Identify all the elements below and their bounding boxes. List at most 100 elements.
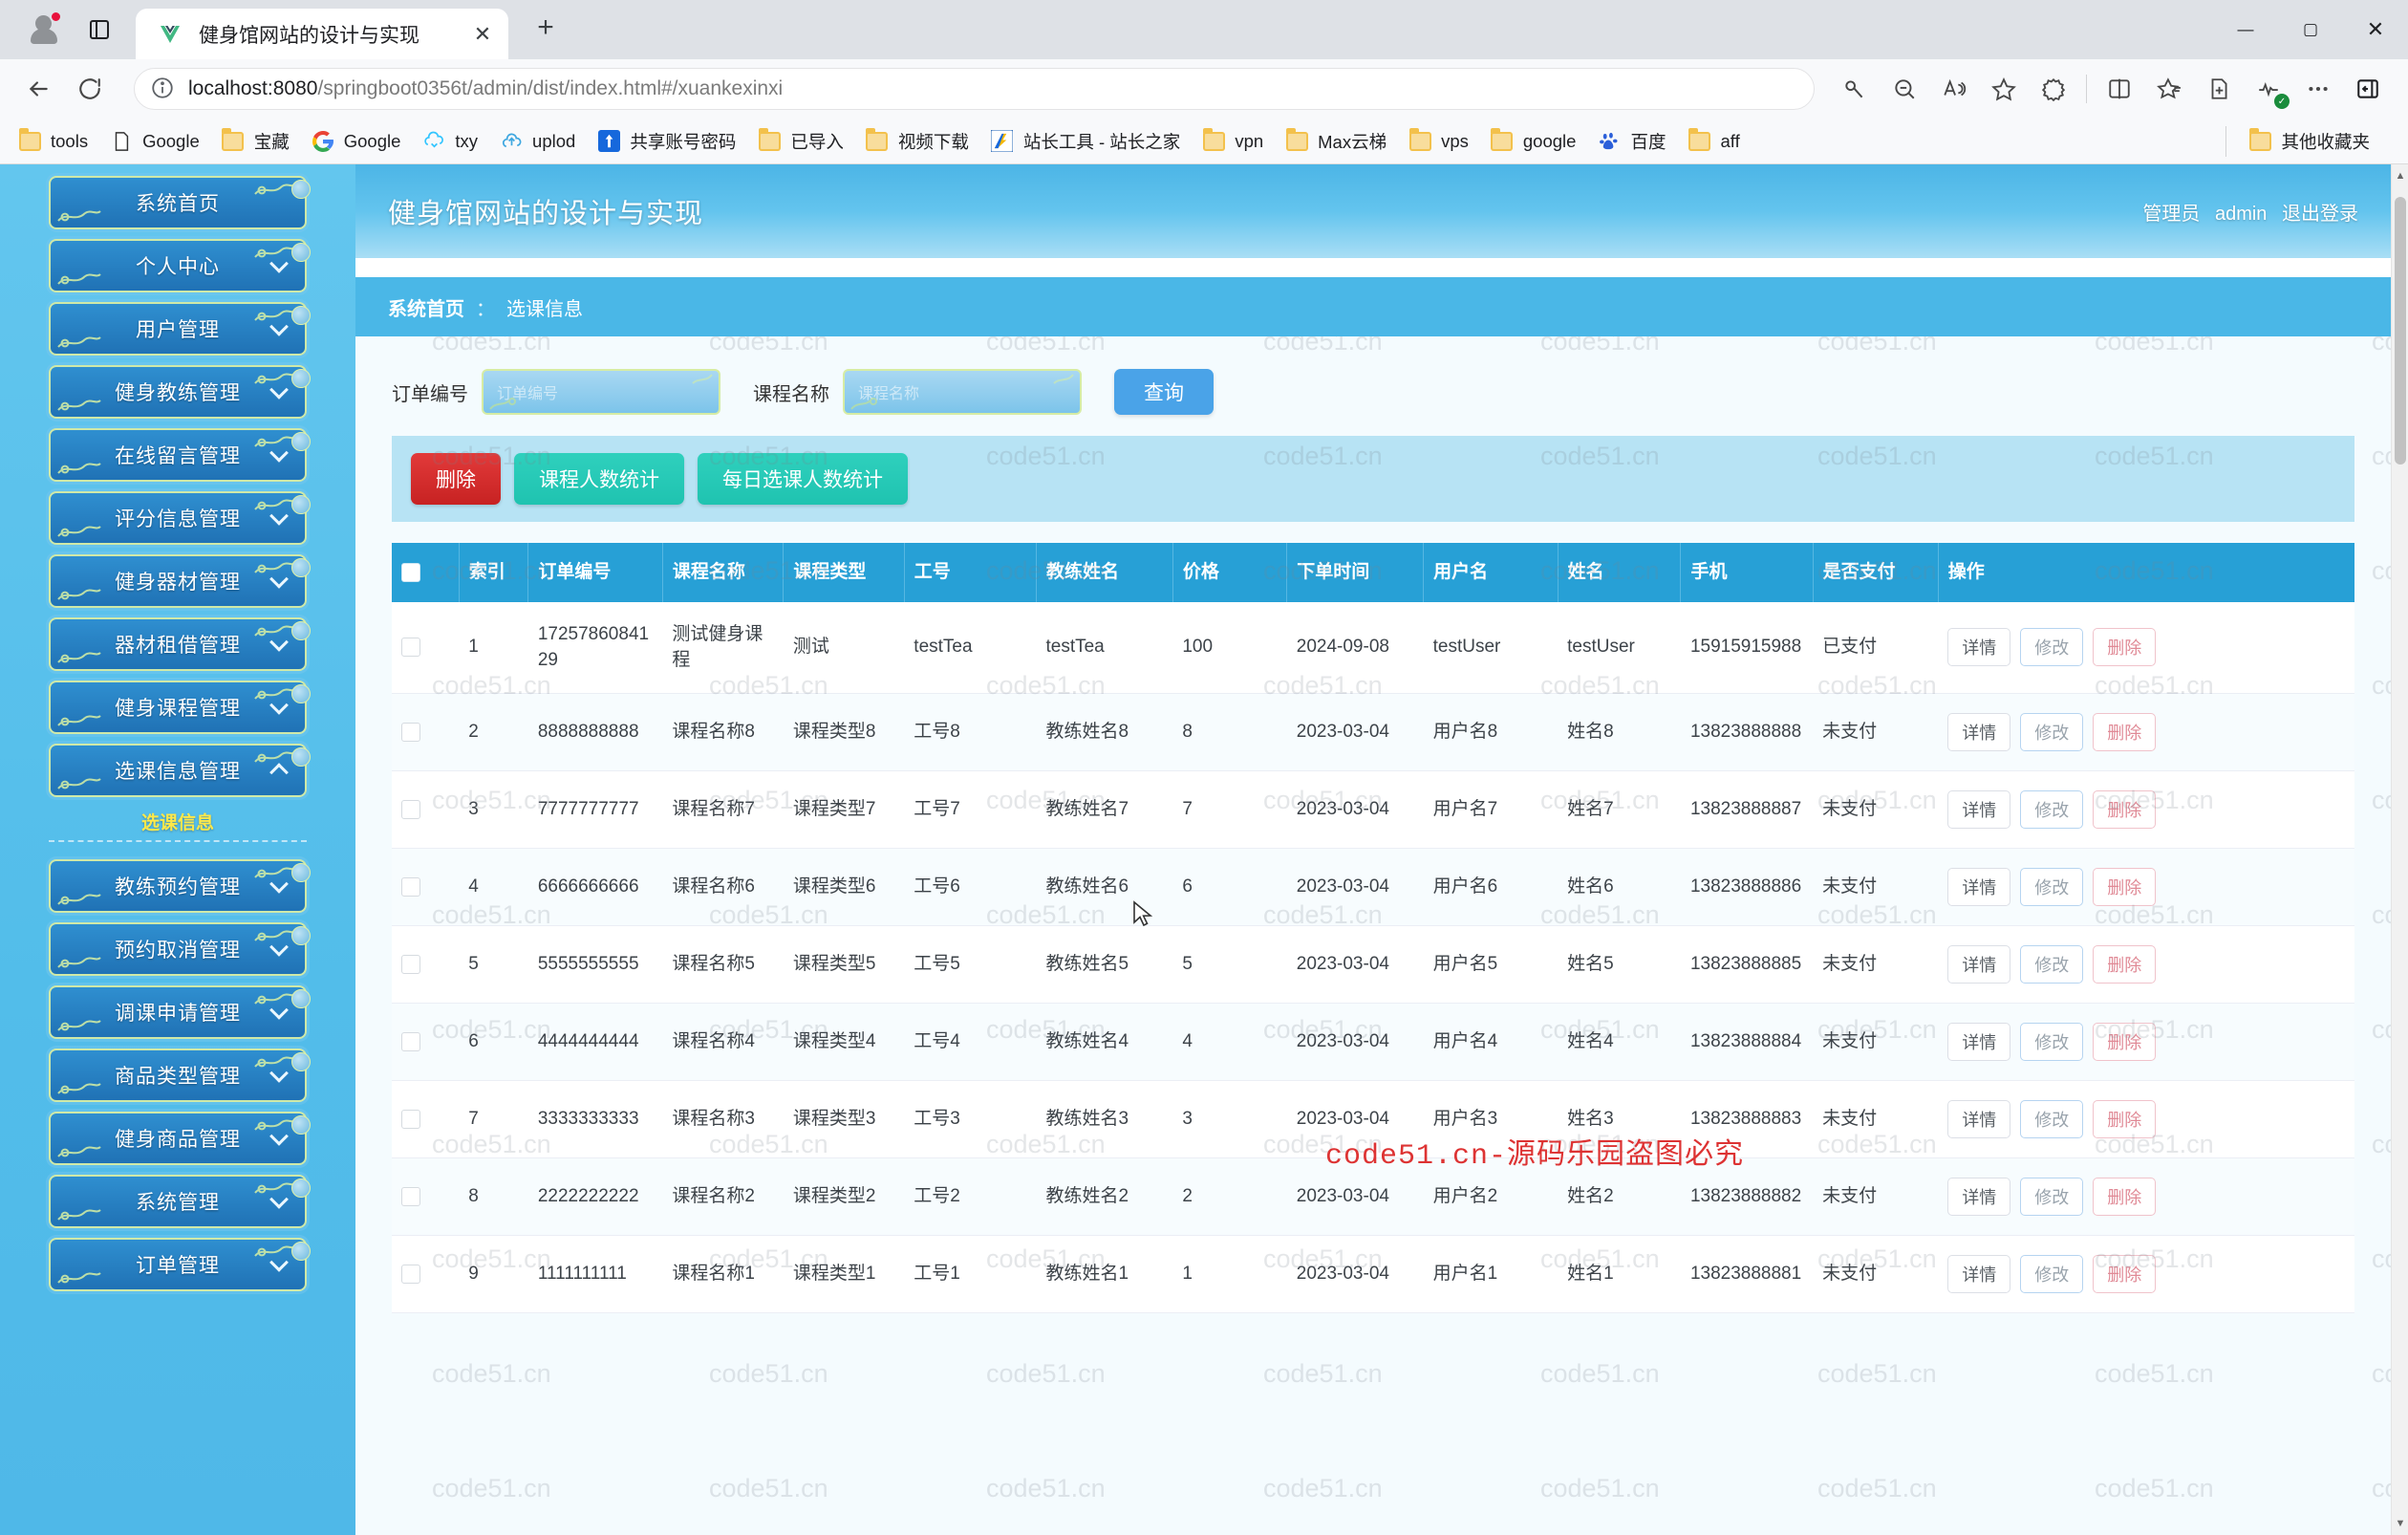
extensions-gear-icon[interactable] [2031, 66, 2076, 112]
detail-button[interactable]: 详情 [1947, 789, 2011, 829]
read-aloud-icon[interactable] [1931, 66, 1977, 112]
row-select-cell[interactable] [392, 693, 460, 771]
submenu-title[interactable]: 选课信息 [0, 809, 355, 834]
bookmark-item[interactable]: 宝藏 [221, 127, 290, 154]
bookmark-item[interactable]: 已导入 [757, 127, 844, 154]
delete-row-button[interactable]: 删除 [2093, 1022, 2157, 1061]
scroll-up-arrow[interactable]: ▲ [2392, 166, 2408, 185]
detail-button[interactable]: 详情 [1947, 944, 2011, 984]
split-screen-icon[interactable] [2096, 66, 2142, 112]
sidebar-item-3[interactable]: 健身教练管理 [49, 365, 311, 419]
add-to-collection-icon[interactable] [2196, 66, 2242, 112]
bookmark-item[interactable]: google [1490, 127, 1576, 154]
bookmark-item[interactable]: 视频下载 [865, 127, 969, 154]
more-options-icon[interactable] [2295, 66, 2341, 112]
bookmark-item[interactable]: 站长工具 - 站长之家 [990, 129, 1180, 154]
row-checkbox[interactable] [401, 1264, 420, 1284]
delete-row-button[interactable]: 删除 [2093, 1099, 2157, 1138]
delete-row-button[interactable]: 删除 [2093, 944, 2157, 984]
detail-button[interactable]: 详情 [1947, 1022, 2011, 1061]
select-all-header[interactable] [392, 543, 460, 602]
detail-button[interactable]: 详情 [1947, 1254, 2011, 1293]
delete-row-button[interactable]: 删除 [2093, 628, 2157, 667]
new-tab-button[interactable]: + [524, 6, 568, 50]
daily-enrollment-stats-button[interactable]: 每日选课人数统计 [698, 453, 908, 505]
order-no-input[interactable]: 订单编号 [482, 369, 720, 415]
sidebar-item-2[interactable]: 用户管理 [49, 302, 311, 356]
row-checkbox[interactable] [401, 1031, 420, 1051]
sidebar-item-8[interactable]: 健身课程管理 [49, 681, 311, 734]
row-checkbox[interactable] [401, 722, 420, 742]
edit-button[interactable]: 修改 [2020, 1254, 2084, 1293]
delete-row-button[interactable]: 删除 [2093, 712, 2157, 751]
favorite-star-icon[interactable] [1981, 66, 2027, 112]
sidebar-item-1[interactable]: 个人中心 [49, 239, 311, 292]
edit-button[interactable]: 修改 [2020, 712, 2084, 751]
bookmark-item[interactable]: txy [421, 129, 478, 154]
row-checkbox[interactable] [401, 1109, 420, 1129]
delete-row-button[interactable]: 删除 [2093, 789, 2157, 829]
edit-button[interactable]: 修改 [2020, 867, 2084, 906]
sidebar-item-13[interactable]: 商品类型管理 [49, 1049, 311, 1102]
sidebar-item-15[interactable]: 系统管理 [49, 1175, 311, 1228]
detail-button[interactable]: 详情 [1947, 1099, 2011, 1138]
delete-button[interactable]: 删除 [411, 453, 501, 505]
scrollbar-thumb[interactable] [2395, 197, 2406, 465]
row-checkbox[interactable] [401, 1186, 420, 1206]
other-bookmarks-folder[interactable]: 其他收藏夹 [2247, 127, 2370, 154]
browser-essentials-icon[interactable]: ✓ [2246, 66, 2291, 112]
bookmark-item[interactable]: Max云梯 [1284, 127, 1387, 154]
select-all-checkbox[interactable] [401, 562, 420, 582]
logout-link[interactable]: 退出登录 [2282, 204, 2358, 225]
bookmark-item[interactable]: uplod [499, 129, 575, 154]
collections-icon[interactable] [2146, 66, 2192, 112]
sidebar-toggle-icon[interactable] [2345, 66, 2391, 112]
course-count-stats-button[interactable]: 课程人数统计 [514, 453, 684, 505]
edit-button[interactable]: 修改 [2020, 789, 2084, 829]
sidebar-item-11[interactable]: 预约取消管理 [49, 922, 311, 976]
edit-button[interactable]: 修改 [2020, 1022, 2084, 1061]
edit-button[interactable]: 修改 [2020, 1099, 2084, 1138]
profile-avatar-icon[interactable] [23, 9, 65, 51]
sidebar-item-7[interactable]: 器材租借管理 [49, 617, 311, 671]
bookmark-item[interactable]: tools [17, 127, 88, 154]
edit-button[interactable]: 修改 [2020, 944, 2084, 984]
delete-row-button[interactable]: 删除 [2093, 1254, 2157, 1293]
tab-search-icon[interactable] [78, 9, 120, 51]
detail-button[interactable]: 详情 [1947, 1177, 2011, 1216]
sidebar-item-0[interactable]: 系统首页 [49, 176, 311, 229]
sidebar-item-6[interactable]: 健身器材管理 [49, 554, 311, 608]
scroll-down-arrow[interactable]: ▼ [2392, 1514, 2408, 1533]
back-icon[interactable] [15, 66, 61, 112]
sidebar-item-10[interactable]: 教练预约管理 [49, 859, 311, 913]
row-checkbox[interactable] [401, 799, 420, 819]
sidebar-item-4[interactable]: 在线留言管理 [49, 428, 311, 482]
sidebar-item-14[interactable]: 健身商品管理 [49, 1112, 311, 1165]
site-info-icon[interactable] [150, 76, 177, 102]
row-select-cell[interactable] [392, 1003, 460, 1081]
row-select-cell[interactable] [392, 1157, 460, 1236]
close-tab-icon[interactable]: ✕ [466, 18, 499, 51]
bookmark-item[interactable]: 百度 [1597, 129, 1666, 154]
reload-icon[interactable] [67, 66, 113, 112]
minimize-button[interactable]: — [2213, 0, 2278, 59]
sidebar-item-9[interactable]: 选课信息管理 [49, 744, 311, 797]
row-select-cell[interactable] [392, 770, 460, 849]
detail-button[interactable]: 详情 [1947, 867, 2011, 906]
breadcrumb-home[interactable]: 系统首页 [388, 293, 464, 321]
bookmark-item[interactable]: Google [109, 129, 200, 154]
vertical-scrollbar[interactable]: ▲ ▼ [2391, 164, 2408, 1535]
row-checkbox[interactable] [401, 638, 420, 658]
bookmark-item[interactable]: aff [1687, 127, 1740, 154]
delete-row-button[interactable]: 删除 [2093, 1177, 2157, 1216]
sidebar-item-16[interactable]: 订单管理 [49, 1238, 311, 1291]
key-icon[interactable] [1832, 66, 1878, 112]
row-checkbox[interactable] [401, 954, 420, 974]
row-select-cell[interactable] [392, 601, 460, 694]
sidebar-item-5[interactable]: 评分信息管理 [49, 491, 311, 545]
bookmark-item[interactable]: 共享账号密码 [596, 129, 736, 154]
delete-row-button[interactable]: 删除 [2093, 867, 2157, 906]
course-name-input[interactable]: 课程名称 [843, 369, 1082, 415]
close-window-button[interactable]: ✕ [2343, 0, 2408, 59]
zoom-out-icon[interactable] [1881, 66, 1927, 112]
